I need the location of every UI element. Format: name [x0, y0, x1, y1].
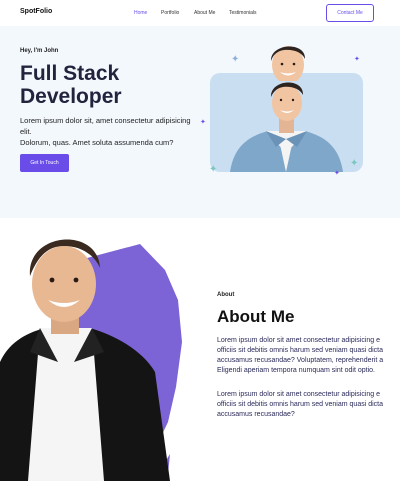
navbar: SpotFolio Home Portfolio About Me Testim…	[0, 0, 400, 26]
about-portrait	[0, 222, 190, 481]
contact-me-button[interactable]: Contact Me	[326, 4, 374, 22]
about-p1-line: Lorem ipsum dolor sit amet consectetur a…	[217, 337, 381, 344]
about-label: About	[217, 292, 235, 298]
sparkle-icon: ✦	[209, 164, 218, 175]
about-p1-line: Eligendi aperiam tempora numquam sint od…	[217, 367, 375, 374]
about-p2-line: Lorem ipsum dolor sit amet consectetur a…	[217, 391, 381, 398]
sparkle-icon: ✦	[200, 119, 206, 126]
sparkle-icon: ✦	[334, 170, 340, 177]
hero-description-line-2: Dolorum, quas. Amet soluta assumenda cum…	[20, 138, 174, 147]
about-p1-line: accusamus recusandae? Voluptatem, repreh…	[217, 357, 384, 364]
nav-link-testimonials[interactable]: Testimonials	[229, 10, 257, 16]
brand-logo[interactable]: SpotFolio	[20, 8, 52, 15]
hero-greeting: Hey, I'm John	[20, 48, 59, 54]
nav-link-portfolio[interactable]: Portfolio	[161, 10, 179, 16]
hero-description: Lorem ipsum dolor sit, amet consectetur …	[20, 115, 200, 148]
hero-photo-frame	[210, 73, 363, 172]
about-p2-line: accusamus recusandae?	[217, 411, 295, 418]
nav-link-home[interactable]: Home	[134, 10, 147, 16]
nav-link-about[interactable]: About Me	[194, 10, 215, 16]
sparkle-icon: ✦	[231, 54, 240, 65]
get-in-touch-button[interactable]: Get In Touch	[20, 154, 69, 172]
about-paragraph-2: Lorem ipsum dolor sit amet consectetur a…	[217, 390, 400, 420]
hero-description-line-1: Lorem ipsum dolor sit, amet consectetur …	[20, 116, 191, 136]
hero-portrait-head	[270, 46, 306, 81]
about-paragraph-1: Lorem ipsum dolor sit amet consectetur a…	[217, 336, 400, 376]
about-portrait-illustration	[0, 239, 182, 481]
about-title: About Me	[217, 307, 295, 326]
hero-title: Full Stack Developer	[20, 62, 122, 108]
sparkle-icon: ✦	[354, 56, 360, 63]
sparkle-icon: ✦	[350, 158, 359, 169]
hero-portrait	[230, 82, 343, 172]
about-p1-line: officiis sit debitis omnis harum sed ven…	[217, 347, 384, 354]
about-p2-line: officiis sit debitis omnis harum sed ven…	[217, 401, 384, 408]
